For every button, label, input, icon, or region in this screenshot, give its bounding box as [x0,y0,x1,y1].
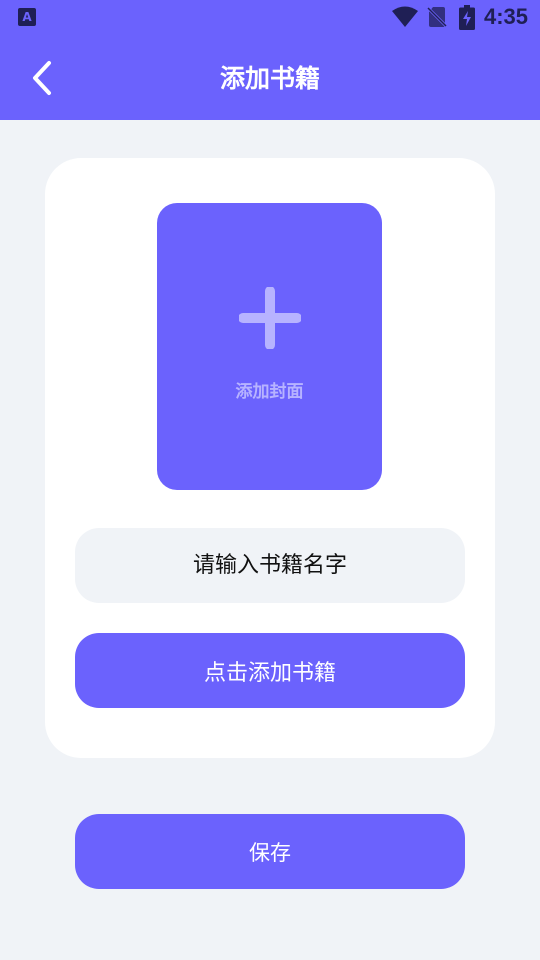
status-time: 4:35 [484,4,529,29]
status-bar: A 4:35 [0,0,540,38]
save-button[interactable]: 保存 [75,814,465,889]
app-notification-icon: A [18,8,36,26]
battery-charging-icon [459,5,475,30]
wifi-icon [392,6,418,27]
book-name-input[interactable] [75,528,465,603]
no-sim-icon [427,6,447,28]
add-cover-label: 添加封面 [235,382,304,402]
add-cover-button[interactable]: 添加封面 [157,203,382,490]
add-book-button[interactable]: 点击添加书籍 [75,633,465,708]
page-title: 添加书籍 [219,64,320,93]
plus-icon [239,287,301,349]
